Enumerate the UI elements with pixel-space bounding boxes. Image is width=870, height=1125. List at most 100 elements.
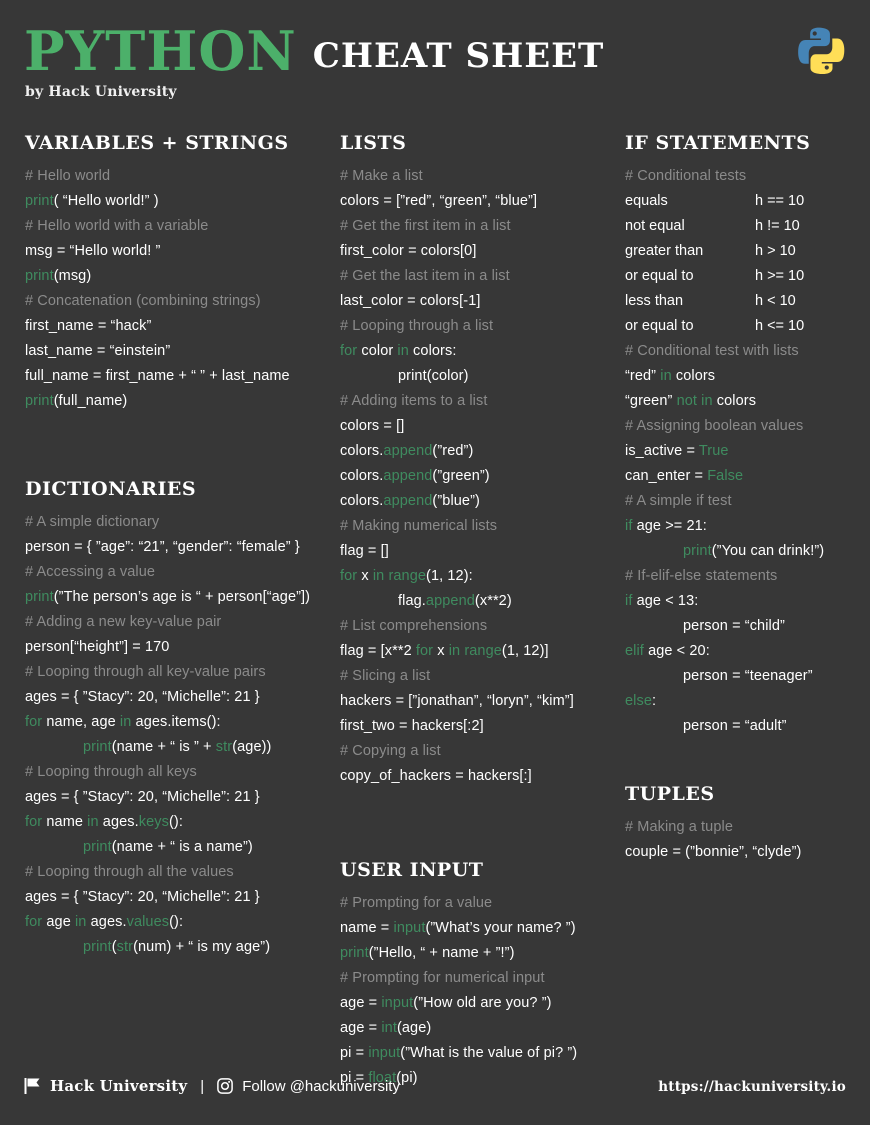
title-python: PYTHON [24, 19, 297, 83]
code-comment: # Looping through a list [340, 318, 494, 334]
comparison-label: less than [625, 293, 684, 309]
code-line: msg = “Hello world! ” [25, 243, 161, 259]
code-line: ages = { ”Stacy”: 20, “Michelle”: 21 } [25, 789, 260, 805]
section-title-user-input: USER INPUT [340, 859, 484, 881]
flag-icon [24, 1078, 40, 1094]
section-title-dictionaries: DICTIONARIES [25, 478, 197, 500]
code-line: print(color) [398, 368, 469, 384]
footer-separator: | [200, 1077, 205, 1095]
code-line: person = “adult” [683, 718, 787, 734]
code-line: elif age < 20: [625, 643, 710, 659]
section-lists: LISTS # Make a list colors = [”red”, “gree… [340, 132, 625, 789]
code-comment: # Make a list [340, 168, 423, 184]
footer-brand-label: Hack University [50, 1077, 188, 1095]
code-line: ages = { ”Stacy”: 20, “Michelle”: 21 } [25, 689, 260, 705]
code-comment: # Assigning boolean values [625, 418, 804, 434]
column-3: IF STATEMENTS # Conditional tests equals h … [625, 132, 870, 1091]
code-line: print( “Hello world!” ) [25, 193, 159, 209]
code-comment: # Adding items to a list [340, 393, 488, 409]
column-2: LISTS # Make a list colors = [”red”, “gree… [340, 132, 625, 1091]
code-line: print(”You can drink!”) [683, 543, 825, 559]
footer-url[interactable]: https://hackuniversity.io [658, 1079, 846, 1095]
code-line: if age < 13: [625, 593, 699, 609]
code-line: first_color = colors[0] [340, 243, 477, 259]
code-comment: # Get the first item in a list [340, 218, 511, 234]
code-line: first_two = hackers[:2] [340, 718, 484, 734]
code-comment: # A simple if test [625, 493, 732, 509]
page-title: PYTHON CHEAT SHEET [24, 24, 604, 78]
code-line: flag = [] [340, 543, 389, 559]
code-line: “green” not in colors [625, 393, 757, 409]
code-comment: # Concatenation (combining strings) [25, 293, 261, 309]
code-comment: # Accessing a value [25, 564, 156, 580]
code-comment: # Prompting for numerical input [340, 970, 545, 986]
code-line: print(msg) [25, 268, 92, 284]
code-line: full_name = first_name + “ ” + last_name [25, 368, 290, 384]
section-title-lists: LISTS [340, 132, 407, 154]
page-header: PYTHON CHEAT SHEET by Hack University [0, 0, 870, 120]
cheat-sheet-page: PYTHON CHEAT SHEET by Hack University VA… [0, 0, 870, 1125]
comparison-label: not equal [625, 218, 685, 234]
comparison-expression: h == 10 [755, 193, 805, 209]
code-line: first_name = “hack” [25, 318, 152, 334]
section-if-statements: IF STATEMENTS # Conditional tests equals h … [625, 132, 870, 739]
code-line: age = input(”How old are you? ”) [340, 995, 552, 1011]
code-line: flag.append(x**2) [398, 593, 512, 609]
code-line: hackers = [”jonathan”, “loryn”, “kim”] [340, 693, 574, 709]
python-logo-icon [798, 27, 845, 74]
code-line: couple = (”bonnie”, “clyde”) [625, 844, 802, 860]
code-comment: # A simple dictionary [25, 514, 160, 530]
code-line: copy_of_hackers = hackers[:] [340, 768, 532, 784]
code-comment: # Prompting for a value [340, 895, 493, 911]
code-comment: # Slicing a list [340, 668, 431, 684]
comparison-label: or equal to [625, 318, 694, 334]
code-line: colors = [”red”, “green”, “blue”] [340, 193, 538, 209]
code-line: print(”Hello, “ + name + ”!”) [340, 945, 515, 961]
code-comment: # Looping through all key-value pairs [25, 664, 266, 680]
code-comment: # Conditional test with lists [625, 343, 799, 359]
byline: by Hack University [25, 84, 177, 100]
code-comment: # Get the last item in a list [340, 268, 510, 284]
content-columns: VARIABLES + STRINGS # Hello world print( “… [0, 132, 870, 1091]
code-line: person = { ”age”: “21”, “gender”: “femal… [25, 539, 300, 555]
comparison-expression: h <= 10 [755, 318, 805, 334]
code-comment: # Adding a new key-value pair [25, 614, 222, 630]
section-title-variables-strings: VARIABLES + STRINGS [25, 132, 289, 154]
code-comment: # Looping through all the values [25, 864, 234, 880]
code-line: flag = [x**2 for x in range(1, 12)] [340, 643, 549, 659]
code-line: print(str(num) + “ is my age”) [83, 939, 271, 955]
footer-brand-group: Hack University | Follow @hackuniversity [24, 1077, 400, 1095]
section-title-if-statements: IF STATEMENTS [625, 132, 811, 154]
code-comment: # If-elif-else statements [625, 568, 778, 584]
code-line: print(full_name) [25, 393, 128, 409]
section-tuples: TUPLES # Making a tuple couple = (”bonnie”… [625, 783, 870, 865]
code-line: person = “child” [683, 618, 785, 634]
comparison-row: greater than h > 10 [625, 239, 870, 264]
code-line: person[“height”] = 170 [25, 639, 170, 655]
comparison-label: greater than [625, 243, 704, 259]
code-comment: # Hello world with a variable [25, 218, 209, 234]
comparison-label: equals [625, 193, 668, 209]
comparison-expression: h < 10 [755, 293, 796, 309]
code-line: person = “teenager” [683, 668, 813, 684]
code-line: age = int(age) [340, 1020, 432, 1036]
code-line: print(name + “ is ” + str(age)) [83, 739, 272, 755]
code-line: print(”The person’s age is “ + person[“a… [25, 589, 311, 605]
code-line: colors.append(”blue”) [340, 493, 480, 509]
comparison-expression: h >= 10 [755, 268, 805, 284]
column-1: VARIABLES + STRINGS # Hello world print( “… [0, 132, 340, 1091]
code-line: is_active = True [625, 443, 729, 459]
section-variables-strings: VARIABLES + STRINGS # Hello world print( “… [25, 132, 340, 414]
code-comment: # Making a tuple [625, 819, 733, 835]
title-cheat-sheet: CHEAT SHEET [312, 36, 605, 76]
instagram-icon[interactable] [217, 1078, 234, 1094]
code-comment: # Conditional tests [625, 168, 747, 184]
code-line: colors.append(”red”) [340, 443, 474, 459]
code-line: for age in ages.values(): [25, 914, 184, 930]
footer-follow-label[interactable]: Follow @hackuniversity [242, 1078, 400, 1095]
section-title-tuples: TUPLES [625, 783, 715, 805]
code-line: for name in ages.keys(): [25, 814, 183, 830]
comparison-row: less than h < 10 [625, 289, 870, 314]
code-line: can_enter = False [625, 468, 744, 484]
code-line: last_name = “einstein” [25, 343, 171, 359]
